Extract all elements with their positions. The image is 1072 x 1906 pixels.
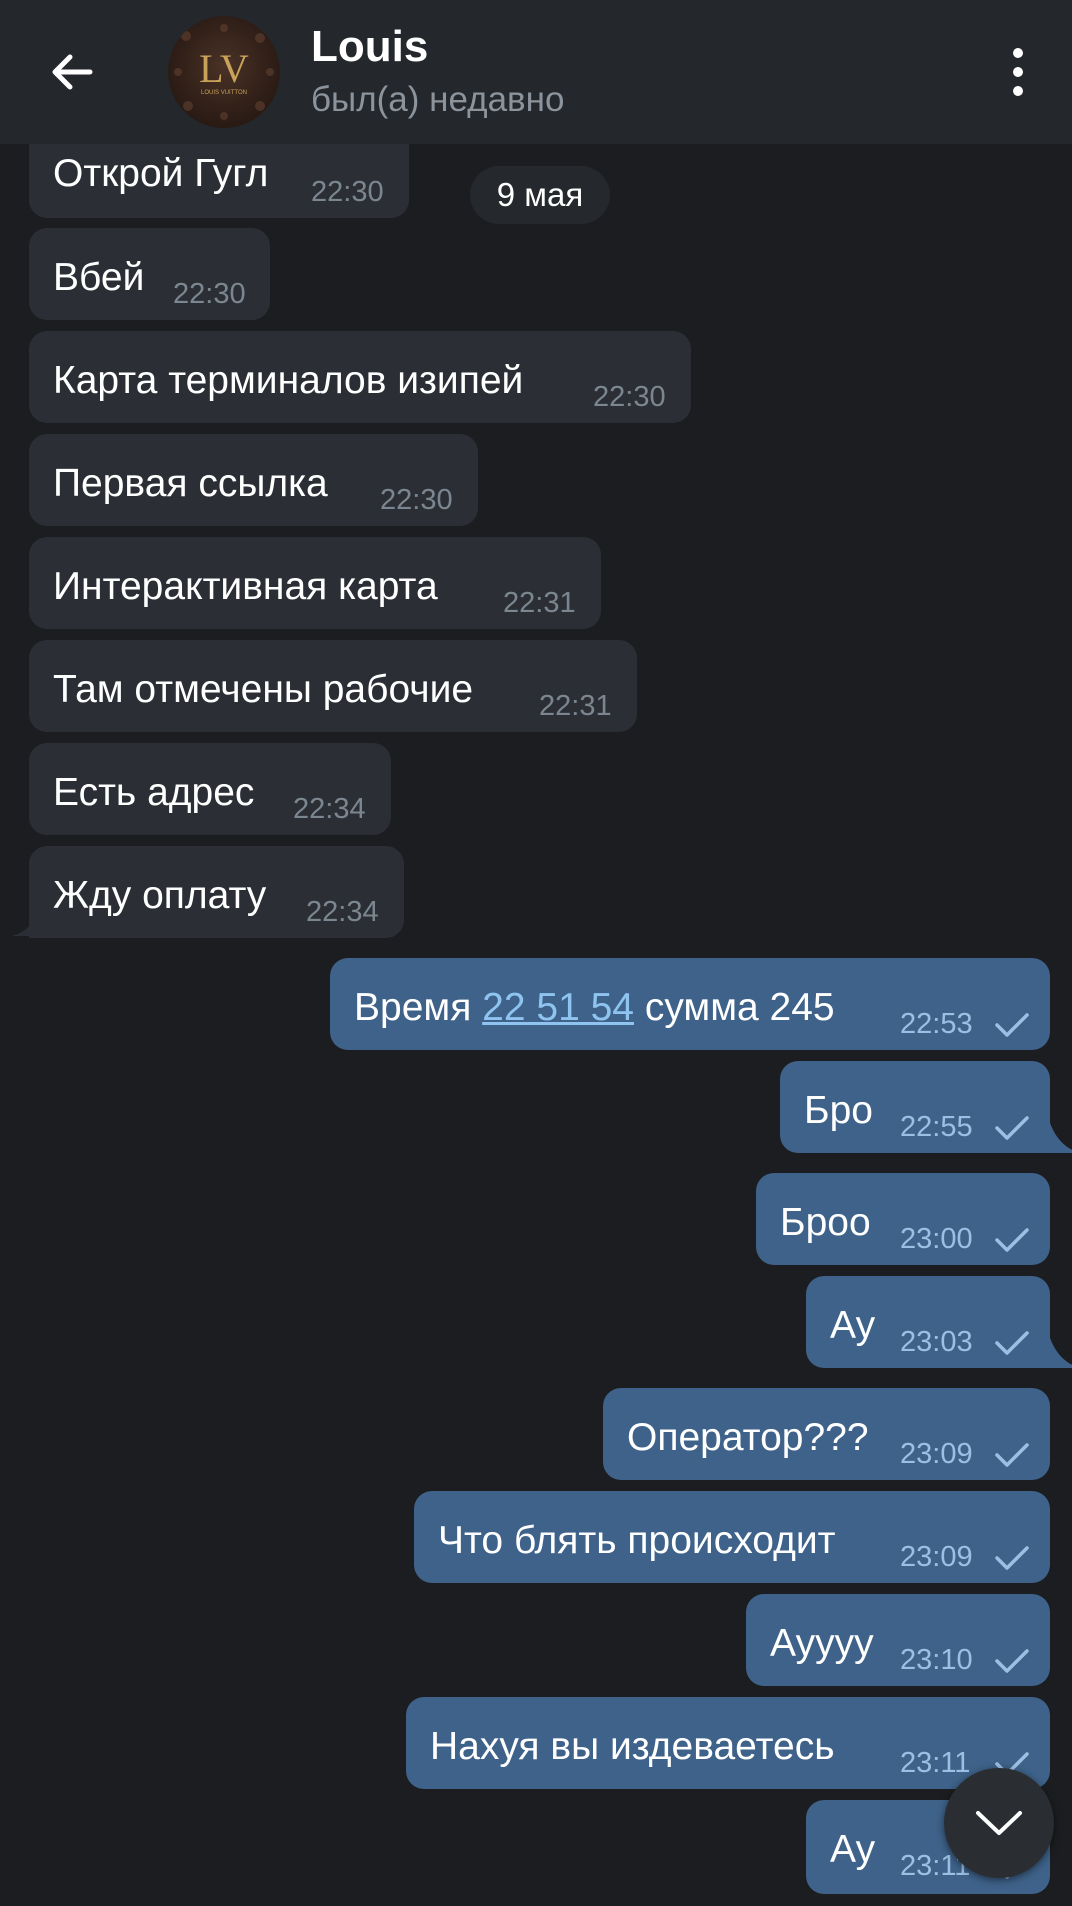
- message-text: Карта терминалов изипей: [53, 359, 524, 402]
- back-button[interactable]: [40, 40, 104, 104]
- incoming-message[interactable]: Первая ссылка 22:30: [29, 434, 478, 526]
- message-time: 22:30: [380, 484, 453, 516]
- message-time: 23:00: [900, 1223, 973, 1255]
- check-icon: [995, 1649, 1029, 1673]
- message-text: сумма 245: [644, 986, 835, 1029]
- chat-header: LV LOUIS VUITTON Louis был(а) недавно: [0, 0, 1072, 144]
- incoming-message[interactable]: Вбей 22:30: [29, 228, 270, 320]
- avatar-monogram: LV: [199, 46, 249, 91]
- message-time: 23:11: [900, 1747, 971, 1779]
- message-text: Первая ссылка: [53, 462, 328, 505]
- message-text: Там отмечены рабочие: [53, 668, 474, 711]
- time-link[interactable]: 22 51 54: [482, 986, 634, 1029]
- avatar[interactable]: LV LOUIS VUITTON: [168, 16, 280, 128]
- incoming-message[interactable]: Там отмечены рабочие 22:31: [29, 640, 637, 732]
- outgoing-message[interactable]: Ау 23:03: [806, 1276, 1050, 1368]
- check-icon: [995, 1228, 1029, 1252]
- message-text: Нахуя вы издеваетесь: [430, 1725, 835, 1768]
- message-text: Что блять происходит: [438, 1519, 836, 1562]
- contact-name[interactable]: Louis: [311, 22, 428, 72]
- bubble-tail: [12, 906, 42, 936]
- incoming-message[interactable]: Есть адрес 22:34: [29, 743, 391, 835]
- avatar-small-text: LOUIS VUITTON: [201, 90, 247, 96]
- message-text: Интерактивная карта: [53, 565, 438, 608]
- message-text: Жду оплату: [53, 874, 267, 917]
- message-time: 22:30: [173, 278, 246, 310]
- message-text: Бро: [804, 1089, 873, 1132]
- outgoing-message[interactable]: Время 22 51 54 сумма 245 22:53: [330, 958, 1050, 1050]
- message-time: 22:31: [503, 587, 576, 619]
- outgoing-message[interactable]: Оператор??? 23:09: [603, 1388, 1050, 1480]
- check-icon: [995, 1331, 1029, 1355]
- message-text: Время: [354, 986, 472, 1029]
- incoming-message[interactable]: Интерактивная карта 22:31: [29, 537, 601, 629]
- message-text: Вбей: [53, 256, 145, 299]
- message-time: 22:31: [539, 690, 612, 722]
- check-icon: [995, 1443, 1029, 1467]
- message-text: Ауууу: [770, 1622, 874, 1665]
- message-time: 22:34: [293, 793, 366, 825]
- outgoing-message[interactable]: Бро 22:55: [780, 1061, 1050, 1153]
- message-time: 22:55: [900, 1111, 973, 1143]
- check-icon: [995, 1116, 1029, 1140]
- message-text: Ау: [830, 1304, 876, 1347]
- message-time: 22:30: [593, 381, 666, 413]
- message-text: Ау: [830, 1828, 876, 1871]
- chevron-down-icon: [976, 1811, 1022, 1835]
- bubble-tail: [1050, 1123, 1072, 1153]
- kebab-menu-icon: [1013, 48, 1023, 58]
- message-time: 22:34: [306, 896, 379, 928]
- check-icon: [995, 1013, 1029, 1037]
- message-text: Броо: [780, 1201, 871, 1244]
- contact-status: был(а) недавно: [311, 80, 565, 119]
- message-text: Есть адрес: [53, 771, 255, 814]
- message-time: 23:09: [900, 1541, 973, 1573]
- message-text: Оператор???: [627, 1416, 869, 1459]
- arrow-left-icon: [52, 54, 93, 90]
- outgoing-message[interactable]: Что блять происходит 23:09: [414, 1491, 1050, 1583]
- message-time: 22:53: [900, 1008, 973, 1040]
- message-time: 23:09: [900, 1438, 973, 1470]
- scroll-to-bottom-button[interactable]: [944, 1768, 1054, 1878]
- outgoing-message[interactable]: Ауууу 23:10: [746, 1594, 1050, 1686]
- outgoing-message[interactable]: Нахуя вы издеваетесь 23:11: [406, 1697, 1050, 1789]
- outgoing-message[interactable]: Броо 23:00: [756, 1173, 1050, 1265]
- incoming-message[interactable]: Карта терминалов изипей 22:30: [29, 331, 691, 423]
- message-time: 23:03: [900, 1326, 973, 1358]
- bubble-tail: [1050, 1338, 1072, 1368]
- message-time: 23:10: [900, 1644, 973, 1676]
- incoming-message[interactable]: Жду оплату 22:34: [29, 846, 404, 938]
- check-icon: [995, 1546, 1029, 1570]
- message-time: 22:30: [311, 176, 384, 208]
- more-options-button[interactable]: [1000, 36, 1036, 108]
- message-text: Открой Гугл: [53, 152, 269, 195]
- date-separator: 9 мая: [470, 166, 610, 224]
